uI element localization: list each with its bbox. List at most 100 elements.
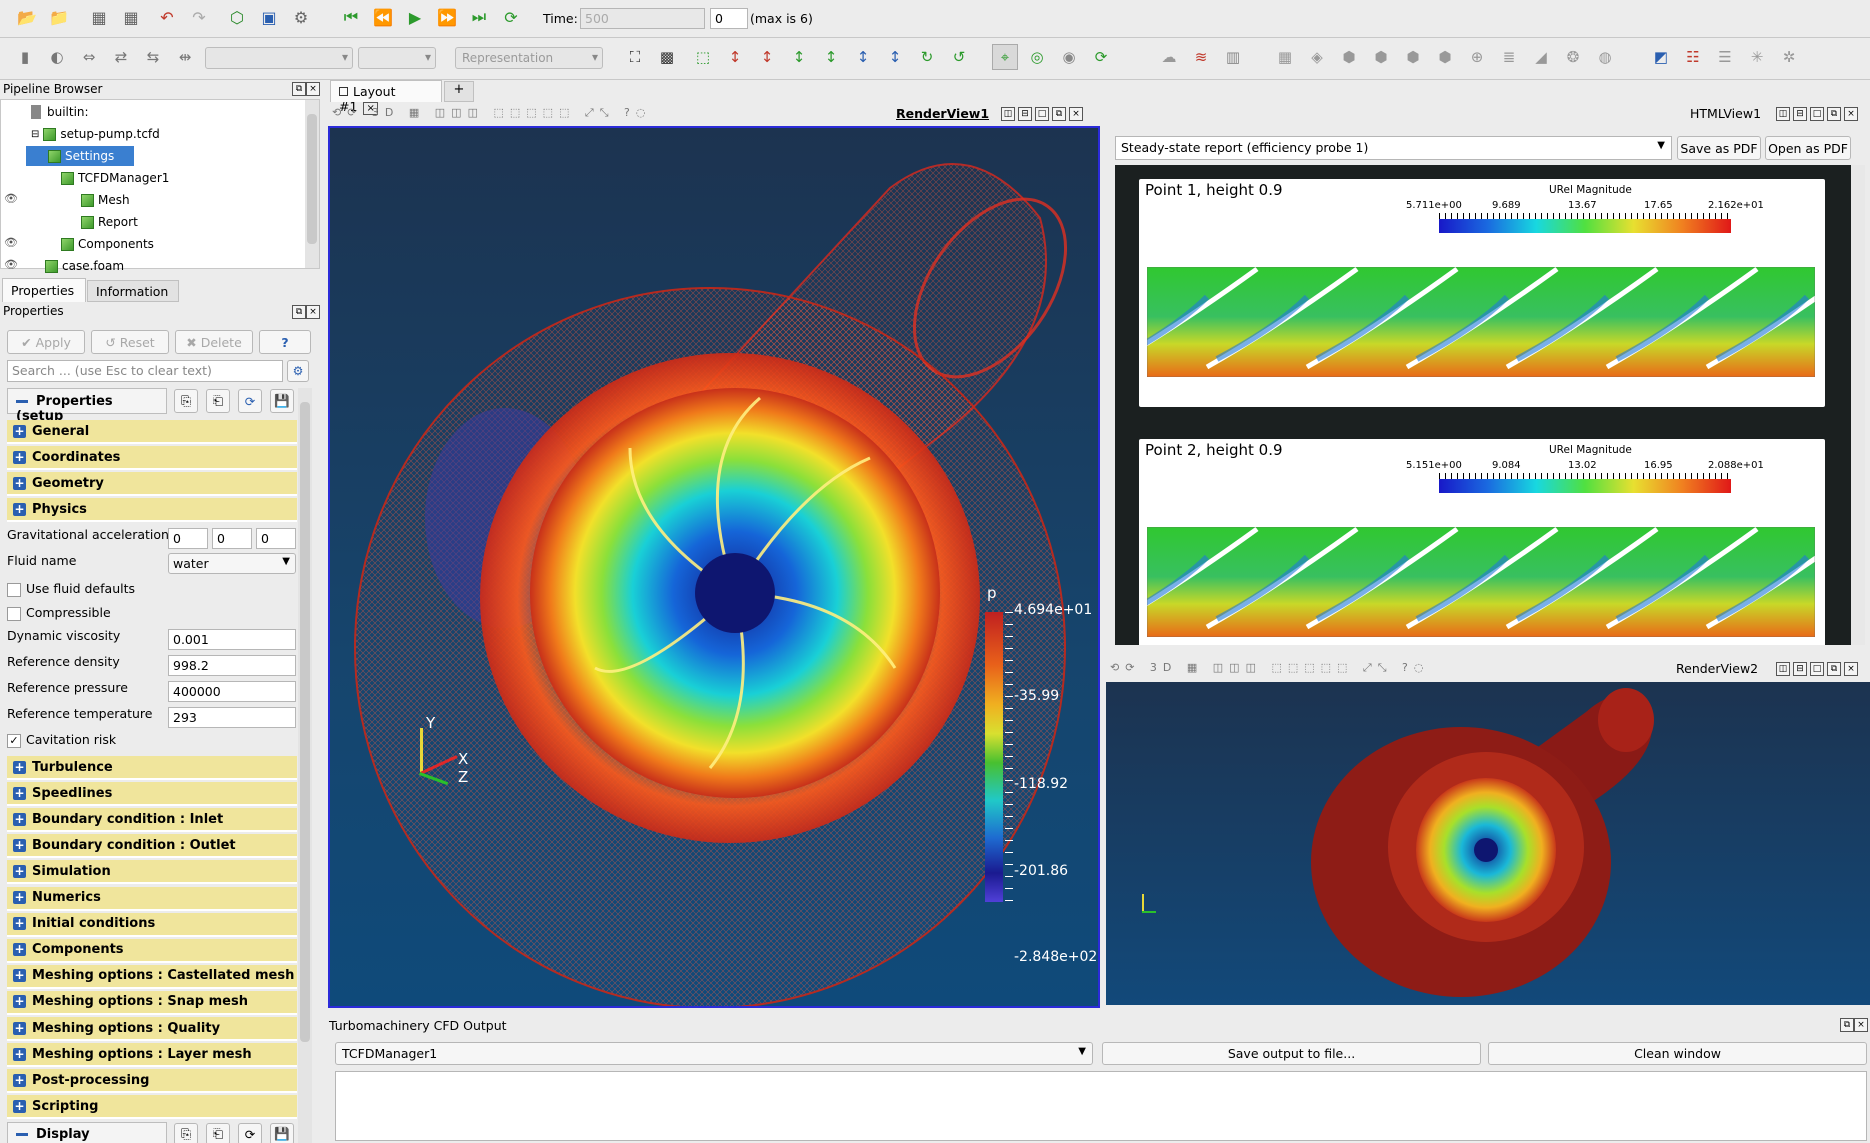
threshold-icon[interactable]: ◍ (1592, 44, 1618, 70)
view-tools-icons[interactable]: ⟲⟳ 3D ▦ ◫◫◫ ⬚⬚⬚⬚⬚ ⤢⤡ ?◌ (332, 106, 651, 120)
split-horizontal-icon[interactable]: ◫ (1776, 107, 1790, 121)
clip-icon[interactable]: ▥ (1220, 44, 1246, 70)
property-group-header[interactable]: + Meshing options : Castellated mesh (7, 964, 297, 989)
property-group-header[interactable]: + Speedlines (7, 782, 297, 807)
apply-button[interactable]: ✔ Apply (7, 330, 85, 354)
maximize-icon[interactable]: □ (1035, 107, 1049, 121)
eye-icon[interactable]: 👁 (4, 236, 18, 249)
dynamic-viscosity-field[interactable]: 0.001 (168, 629, 296, 650)
property-group-header[interactable]: + Simulation (7, 860, 297, 885)
tree-item-report[interactable]: Report (81, 212, 138, 232)
zoom-data-icon[interactable]: ▩ (654, 44, 680, 70)
reference-temperature-field[interactable]: 293 (168, 707, 296, 728)
cube-icon-4[interactable]: ⬢ (1432, 44, 1458, 70)
property-group-header[interactable]: + Initial conditions (7, 912, 297, 937)
property-group-header[interactable]: + Turbulence (7, 756, 297, 780)
component-select[interactable] (358, 47, 436, 69)
tree-item-builtin[interactable]: builtin: (31, 102, 89, 122)
scalar-bar-icon[interactable]: ▮ (12, 44, 38, 70)
split-vertical-icon[interactable]: ⊟ (1018, 107, 1032, 121)
restore-icon[interactable]: ⧉ (1052, 107, 1066, 121)
renderview1[interactable]: Y X Z p 4.694e+01 -35.99 -118.92 -201.86… (328, 126, 1100, 1008)
clear-selection-icon[interactable]: ✲ (1776, 44, 1802, 70)
property-group-header[interactable]: + Physics (7, 498, 297, 523)
select-frustum-icon[interactable]: ✳ (1744, 44, 1770, 70)
split-horizontal-icon[interactable]: ◫ (1001, 107, 1015, 121)
select-block-icon[interactable]: ☰ (1712, 44, 1738, 70)
rotate-plus-90-icon[interactable]: ↻ (914, 44, 940, 70)
property-group-header[interactable]: + Geometry (7, 472, 297, 497)
maximize-icon[interactable]: □ (1810, 662, 1824, 676)
timestep-spinbox[interactable]: 0 (710, 8, 748, 29)
tree-item-settings[interactable]: Settings (26, 146, 134, 166)
property-group-header[interactable]: + Meshing options : Quality (7, 1017, 297, 1041)
close-panel-icon[interactable]: × (306, 82, 320, 96)
view-plus-z-icon[interactable]: ↕ (850, 44, 876, 70)
view-minus-z-icon[interactable]: ↕ (882, 44, 908, 70)
view-tools-icons[interactable]: ⟲⟳ 3D ▦ ◫◫◫ ⬚⬚⬚⬚⬚ ⤢⤡ ?◌ (1110, 661, 1429, 675)
interaction-mode-icon[interactable]: ⌖ (992, 44, 1018, 70)
macro-icon[interactable]: ⚙ (288, 4, 314, 30)
open-folder-icon[interactable]: 📂 (14, 4, 40, 30)
close-view-icon[interactable]: × (1844, 107, 1858, 121)
tab-information[interactable]: Information (87, 280, 179, 302)
rotate-minus-90-icon[interactable]: ↺ (946, 44, 972, 70)
split-vertical-icon[interactable]: ⊟ (1793, 107, 1807, 121)
redo-icon[interactable]: ↷ (186, 4, 212, 30)
grav-z-field[interactable]: 0 (256, 528, 296, 549)
property-group-header[interactable]: + Numerics (7, 886, 297, 911)
layout-tab[interactable]: Layout #1 × (330, 80, 442, 115)
undo-icon[interactable]: ↶ (154, 4, 180, 30)
properties-scrollbar[interactable] (298, 388, 312, 1143)
property-group-header[interactable]: + Boundary condition : Outlet (7, 834, 297, 859)
html-report-scrollbar[interactable] (1851, 165, 1865, 645)
rescale-icon[interactable]: ⇔ (76, 44, 102, 70)
save-defaults-icon[interactable]: 💾 (270, 389, 294, 413)
grav-y-field[interactable]: 0 (212, 528, 252, 549)
slice-icon[interactable]: ◈ (1304, 44, 1330, 70)
representation-select[interactable]: Representation (455, 47, 603, 69)
prev-frame-icon[interactable]: ⏪ (370, 4, 396, 30)
view-plus-x-icon[interactable]: ↕ (722, 44, 748, 70)
paste-icon[interactable]: ⎗ (206, 389, 230, 413)
property-group-header[interactable]: + Boundary condition : Inlet (7, 808, 297, 833)
float-panel-icon[interactable]: ⧉ (292, 82, 306, 96)
refresh-icon[interactable]: ⟳ (238, 1123, 262, 1143)
tab-properties[interactable]: Properties (2, 278, 86, 302)
zoom-box-icon[interactable]: ⬚ (690, 44, 716, 70)
last-frame-icon[interactable]: ⏭ (466, 4, 492, 30)
connect-icon[interactable]: ⬡ (224, 4, 250, 30)
delete-button[interactable]: ✖ Delete (175, 330, 253, 354)
property-group-header[interactable]: + Components (7, 938, 297, 963)
close-view-icon[interactable]: × (1844, 662, 1858, 676)
close-panel-icon[interactable]: × (306, 305, 320, 319)
cube-icon-1[interactable]: ⬢ (1336, 44, 1362, 70)
tree-item-setup-pump[interactable]: ⊟ setup-pump.tcfd (31, 124, 160, 144)
pick-center-icon[interactable]: ◉ (1056, 44, 1082, 70)
reference-pressure-field[interactable]: 400000 (168, 681, 296, 702)
view-minus-x-icon[interactable]: ↕ (754, 44, 780, 70)
calculator-icon[interactable]: ☁ (1156, 44, 1182, 70)
property-group-header[interactable]: + Meshing options : Layer mesh (7, 1043, 297, 1068)
property-group-header[interactable]: + General (7, 420, 297, 444)
warp-icon[interactable]: ◢ (1528, 44, 1554, 70)
advanced-settings-gear-icon[interactable]: ⚙ (287, 360, 309, 382)
eye-icon[interactable]: 👁 (4, 258, 18, 271)
rescale-visible-icon[interactable]: ⇆ (140, 44, 166, 70)
save-as-pdf-button[interactable]: Save as PDF (1677, 136, 1761, 160)
maximize-icon[interactable]: □ (1810, 107, 1824, 121)
reference-density-field[interactable]: 998.2 (168, 655, 296, 676)
output-source-select[interactable]: TCFDManager1 ▼ (335, 1042, 1093, 1065)
copy-icon[interactable]: ⎘ (174, 389, 198, 413)
show-center-icon[interactable]: ⟳ (1088, 44, 1114, 70)
split-vertical-icon[interactable]: ⊟ (1793, 662, 1807, 676)
load-state-icon[interactable]: ▦ (86, 4, 112, 30)
view-plus-y-icon[interactable]: ↕ (786, 44, 812, 70)
help-button[interactable]: ? (259, 330, 311, 354)
output-text-area[interactable] (335, 1071, 1867, 1141)
tree-item-mesh[interactable]: Mesh (81, 190, 130, 210)
close-panel-icon[interactable]: × (1854, 1018, 1868, 1032)
tree-item-components[interactable]: Components (61, 234, 154, 254)
restore-icon[interactable]: ⧉ (1827, 662, 1841, 676)
fluid-name-select[interactable]: water ▼ (168, 553, 296, 574)
